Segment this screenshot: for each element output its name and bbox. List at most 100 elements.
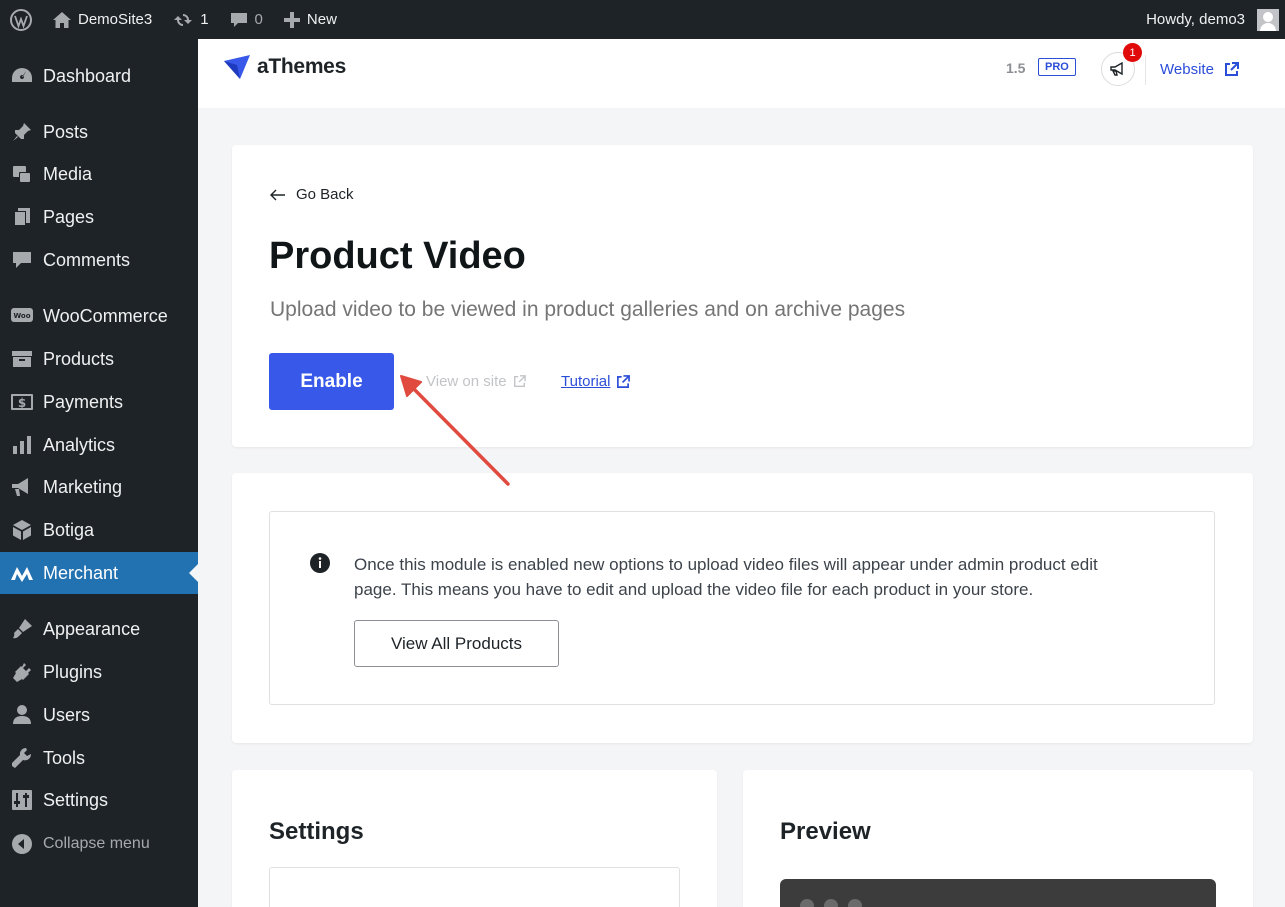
view-on-site-link[interactable]: View on site (426, 373, 526, 390)
collapse-menu-button[interactable]: Collapse menu (0, 823, 198, 865)
preview-window (780, 879, 1216, 907)
sidebar-item-merchant[interactable]: Merchant (0, 552, 198, 594)
sidebar-item-posts[interactable]: Posts (0, 111, 198, 153)
sliders-icon (11, 790, 32, 810)
pin-icon (12, 123, 31, 141)
info-icon (310, 553, 330, 573)
sidebar-item-marketing[interactable]: Marketing (0, 466, 198, 508)
new-label: New (306, 11, 337, 28)
updates-link[interactable]: 1 (162, 0, 218, 39)
window-dot (848, 899, 862, 907)
brand-name: aThemes (257, 55, 346, 78)
comments-link[interactable]: 0 (219, 0, 273, 39)
comment-bubble-icon (230, 12, 247, 27)
window-dot (824, 899, 838, 907)
refresh-icon (174, 13, 193, 26)
tutorial-label: Tutorial (561, 373, 611, 390)
plugin-header: aThemes 1.5 PRO 1 Website (198, 39, 1285, 108)
view-all-products-button[interactable]: View All Products (354, 620, 559, 667)
comment-icon (12, 252, 31, 268)
pages-icon (13, 208, 30, 226)
sidebar-item-products[interactable]: Products (0, 338, 198, 380)
notice-text: Once this module is enabled new options … (354, 555, 1098, 599)
comments-count: 0 (254, 11, 263, 28)
sidebar-item-label: Posts (43, 121, 89, 142)
megaphone-icon (1110, 62, 1123, 76)
sidebar-item-woocommerce[interactable]: Woo WooCommerce (0, 295, 198, 337)
go-back-label: Go Back (296, 186, 354, 203)
sidebar-item-analytics[interactable]: Analytics (0, 424, 198, 466)
info-card: Once this module is enabled new options … (232, 473, 1253, 743)
sidebar-item-tools[interactable]: Tools (0, 737, 198, 779)
sidebar-item-plugins[interactable]: Plugins (0, 651, 198, 693)
sidebar-item-label: Pages (43, 206, 95, 227)
sidebar-item-comments[interactable]: Comments (0, 239, 198, 281)
arrow-left-icon (270, 189, 285, 200)
user-icon (12, 705, 31, 724)
sidebar-item-label: Users (43, 704, 91, 725)
avatar (1257, 8, 1279, 31)
chart-icon (12, 436, 31, 454)
sidebar-item-label: WooCommerce (43, 305, 168, 326)
notification-badge: 1 (1123, 43, 1142, 62)
go-back-link[interactable]: Go Back (270, 186, 354, 203)
sidebar-item-label: Marketing (43, 476, 123, 497)
window-dot (800, 899, 814, 907)
page-title: Product Video (269, 235, 526, 277)
sidebar-item-media[interactable]: Media (0, 153, 198, 195)
updates-count: 1 (200, 11, 209, 28)
sidebar-item-pages[interactable]: Pages (0, 196, 198, 238)
external-link-icon (513, 375, 526, 387)
module-description: Upload video to be viewed in product gal… (270, 298, 906, 321)
cube-icon (12, 520, 31, 540)
preview-card: Preview (743, 770, 1253, 907)
settings-title: Settings (269, 818, 364, 845)
sidebar-item-label: Dashboard (43, 65, 132, 86)
sidebar-item-label: Settings (43, 789, 109, 810)
sidebar-item-label: Comments (43, 249, 131, 270)
sidebar-item-label: Products (43, 348, 115, 369)
archive-icon (11, 351, 32, 367)
sidebar-item-label: Collapse menu (43, 835, 150, 852)
external-link-icon (617, 374, 631, 388)
pro-badge: PRO (1038, 58, 1076, 76)
wordpress-icon (10, 8, 32, 31)
plus-icon (283, 11, 300, 28)
merchant-icon (10, 567, 33, 582)
sidebar-item-label: Merchant (43, 562, 119, 583)
sidebar-item-payments[interactable]: $ Payments (0, 381, 198, 423)
athemes-logo[interactable]: aThemes (223, 53, 346, 81)
info-notice: Once this module is enabled new options … (269, 511, 1215, 705)
tutorial-link[interactable]: Tutorial (561, 373, 631, 390)
sidebar-item-users[interactable]: Users (0, 694, 198, 736)
version-number: 1.5 (1006, 60, 1026, 76)
admin-bar: DemoSite3 1 0 New Howdy, demo3 (0, 0, 1285, 39)
sidebar-item-settings[interactable]: Settings (0, 779, 198, 821)
settings-card: Settings (232, 770, 717, 907)
sidebar-item-label: Tools (43, 747, 86, 768)
sidebar-item-label: Appearance (43, 618, 141, 639)
sidebar-item-label: Payments (43, 391, 124, 412)
enable-button[interactable]: Enable (269, 353, 394, 410)
new-content-link[interactable]: New (273, 0, 347, 39)
home-icon (53, 11, 71, 28)
brush-icon (12, 619, 32, 639)
svg-text:Woo: Woo (13, 312, 30, 320)
site-name-link[interactable]: DemoSite3 (42, 0, 162, 39)
website-label: Website (1160, 61, 1214, 78)
sidebar-item-label: Botiga (43, 519, 95, 540)
header-divider (1145, 55, 1146, 85)
sidebar-item-appearance[interactable]: Appearance (0, 608, 198, 650)
athemes-logo-icon (224, 55, 250, 79)
external-link-icon (1224, 62, 1239, 76)
sidebar-item-botiga[interactable]: Botiga (0, 509, 198, 551)
wrench-icon (11, 747, 31, 768)
wp-logo-button[interactable] (0, 0, 42, 39)
settings-field-box (269, 867, 680, 907)
megaphone-icon (11, 478, 28, 496)
plug-icon (12, 663, 31, 682)
website-link[interactable]: Website (1160, 61, 1239, 78)
collapse-icon (11, 834, 32, 854)
sidebar-item-dashboard[interactable]: Dashboard (0, 55, 198, 97)
my-account-link[interactable]: Howdy, demo3 (1136, 0, 1285, 39)
